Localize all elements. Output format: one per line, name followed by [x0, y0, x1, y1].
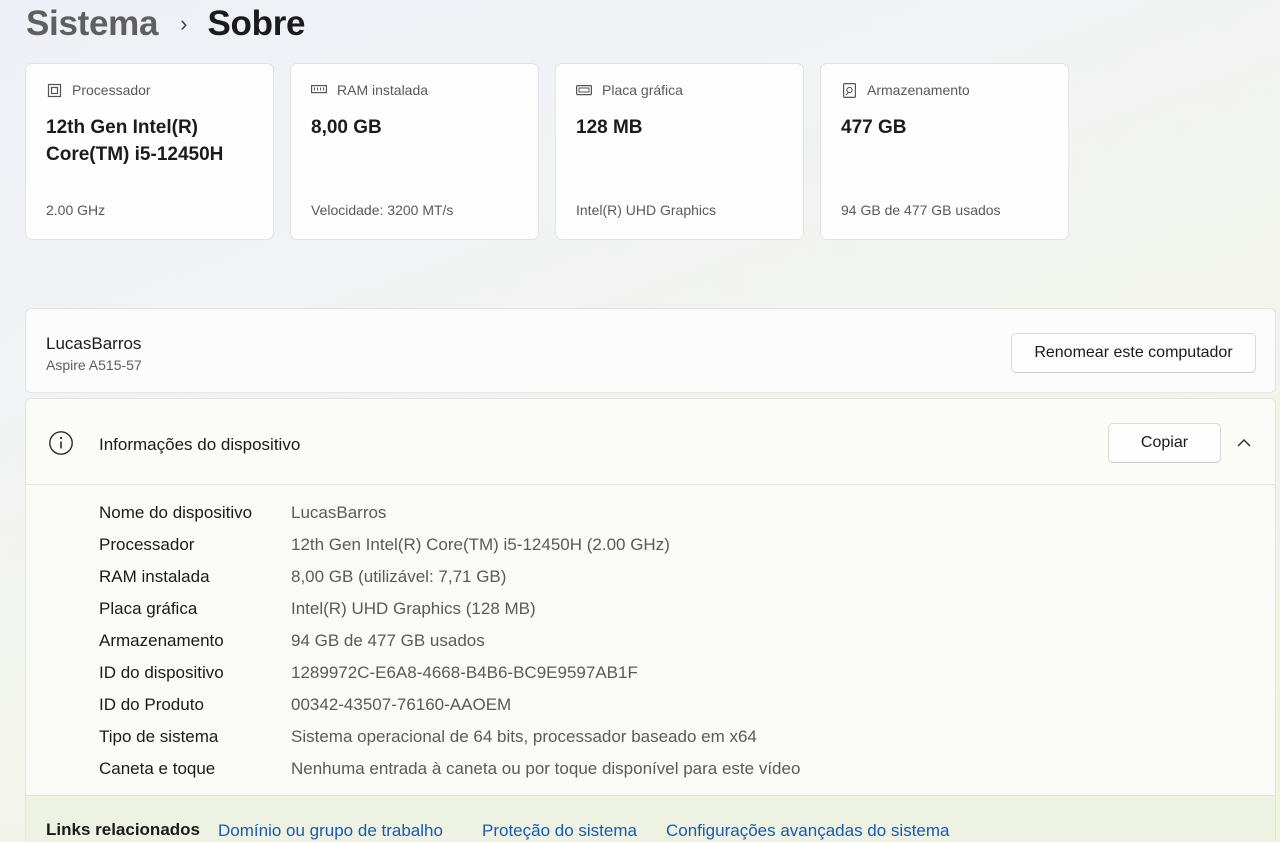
info-value: 94 GB de 477 GB usados: [291, 631, 485, 650]
spec-value: 8,00 GB: [311, 117, 382, 138]
info-key: Armazenamento: [99, 631, 224, 650]
spec-subtext: 94 GB de 477 GB usados: [841, 202, 1001, 218]
info-value: LucasBarros: [291, 503, 387, 522]
info-icon: [49, 431, 73, 455]
info-row-pen-touch: Caneta e toque Nenhuma entrada à caneta o…: [99, 753, 800, 785]
ram-icon: [311, 82, 327, 98]
related-links-title: Links relacionados: [46, 820, 200, 839]
info-row-ram: RAM instalada 8,00 GB (utilizável: 7,71 G…: [99, 561, 800, 593]
info-key: Tipo de sistema: [99, 727, 219, 746]
info-value: Sistema operacional de 64 bits, processa…: [291, 727, 757, 746]
spec-subtext: Intel(R) UHD Graphics: [576, 202, 717, 218]
info-value: 8,00 GB (utilizável: 7,71 GB): [291, 567, 507, 586]
spec-label: Placa gráfica: [602, 82, 683, 98]
spec-value: 477 GB: [841, 117, 907, 138]
spec-card-storage: Armazenamento 477 GB 94 GB de 477 GB usa…: [820, 63, 1069, 240]
info-row-processor: Processador 12th Gen Intel(R) Core(TM) i5…: [99, 529, 800, 561]
rename-computer-button[interactable]: Renomear este computador: [1011, 333, 1256, 373]
related-links-bar: Links relacionados Domínio ou grupo de t…: [26, 795, 1275, 842]
info-value: 00342-43507-76160-AAOEM: [291, 695, 512, 714]
info-row-storage: Armazenamento 94 GB de 477 GB usados: [99, 625, 800, 657]
device-info-list: Nome do dispositivo LucasBarros Processad…: [99, 497, 800, 785]
info-key: Processador: [99, 535, 195, 554]
storage-icon: [841, 82, 857, 98]
link-system-protection[interactable]: Proteção do sistema: [482, 821, 637, 841]
device-name-panel: LucasBarros Aspire A515-57 Renomear este…: [25, 308, 1276, 393]
link-advanced-system-settings[interactable]: Configurações avançadas do sistema: [666, 821, 950, 841]
info-value: 1289972C-E6A8-4668-B4B6-BC9E9597AB1F: [291, 663, 638, 682]
info-row-device-name: Nome do dispositivo LucasBarros: [99, 497, 800, 529]
breadcrumb-sistema[interactable]: Sistema: [26, 4, 158, 44]
spec-subtext: Velocidade: 3200 MT/s: [311, 202, 454, 218]
copy-button[interactable]: Copiar: [1108, 423, 1221, 463]
info-value: 12th Gen Intel(R) Core(TM) i5-12450H (2.…: [291, 535, 670, 554]
info-value: Nenhuma entrada à caneta ou por toque di…: [291, 759, 801, 778]
spec-label: RAM instalada: [337, 82, 429, 98]
info-row-gpu: Placa gráfica Intel(R) UHD Graphics (128 …: [99, 593, 800, 625]
info-key: Nome do dispositivo: [99, 503, 253, 522]
chevron-right-icon: ›: [180, 11, 188, 36]
info-key: Placa gráfica: [99, 599, 198, 618]
device-info-panel: Informações do dispositivo Copiar Nome d…: [25, 398, 1276, 842]
info-value: Intel(R) UHD Graphics (128 MB): [291, 599, 536, 618]
spec-card-ram: RAM instalada 8,00 GB Velocidade: 3200 M…: [290, 63, 539, 240]
spec-value: 12th Gen Intel(R) Core(TM) i5-12450H: [46, 117, 224, 165]
spec-label: Processador: [72, 82, 151, 98]
breadcrumb: Sistema › Sobre: [26, 2, 305, 46]
spec-card-gpu: Placa gráfica 128 MB Intel(R) UHD Graphi…: [555, 63, 804, 240]
info-key: ID do Produto: [99, 695, 204, 714]
spec-label: Armazenamento: [867, 82, 970, 98]
page-title: Sobre: [207, 4, 306, 43]
device-info-header[interactable]: Informações do dispositivo Copiar: [26, 399, 1275, 485]
info-row-product-id: ID do Produto 00342-43507-76160-AAOEM: [99, 689, 800, 721]
info-key: Caneta e toque: [99, 759, 216, 778]
device-model: Aspire A515-57: [46, 357, 142, 373]
info-key: ID do dispositivo: [99, 663, 224, 682]
device-name: LucasBarros: [46, 334, 142, 353]
spec-card-processor: Processador 12th Gen Intel(R) Core(TM) i…: [25, 63, 274, 240]
info-row-device-id: ID do dispositivo 1289972C-E6A8-4668-B4B6…: [99, 657, 800, 689]
info-key: RAM instalada: [99, 567, 210, 586]
link-domain-workgroup[interactable]: Domínio ou grupo de trabalho: [218, 821, 443, 841]
spec-subtext: 2.00 GHz: [46, 202, 106, 218]
spec-value: 128 MB: [576, 117, 643, 138]
device-info-title: Informações do dispositivo: [99, 435, 301, 454]
processor-icon: [46, 82, 62, 98]
chevron-up-icon[interactable]: [1235, 434, 1253, 452]
gpu-icon: [576, 82, 592, 98]
info-row-system-type: Tipo de sistema Sistema operacional de 64…: [99, 721, 800, 753]
